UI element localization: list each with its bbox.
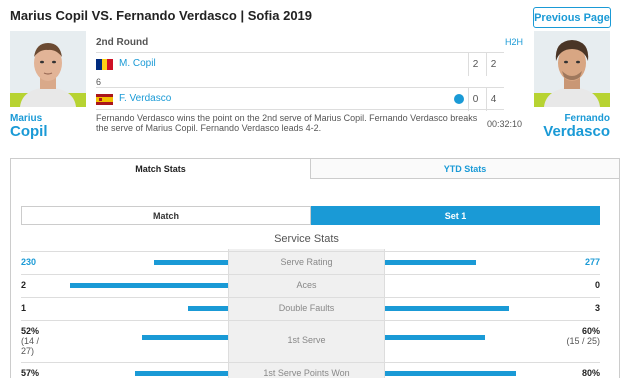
player1-stat-value: 1 bbox=[21, 303, 27, 313]
stat-label: 1st Serve Points Won bbox=[263, 368, 350, 378]
player1-stat-value: 57% bbox=[21, 368, 40, 378]
spain-flag-icon bbox=[96, 94, 113, 105]
player1-name[interactable]: Marius Copil bbox=[10, 113, 48, 139]
player1-stat-detail: (14 / 27) bbox=[21, 336, 40, 356]
segment-match[interactable]: Match bbox=[21, 206, 311, 225]
serving-ball-icon bbox=[454, 94, 464, 104]
round-label: 2nd Round bbox=[96, 37, 149, 48]
player2-stat-bar bbox=[385, 260, 476, 265]
player2-stat-detail: (15 / 25) bbox=[566, 336, 600, 346]
player1-stat-value: 2 bbox=[21, 280, 27, 290]
player1-stat-bar bbox=[142, 335, 228, 340]
match-commentary: Fernando Verdasco wins the point on the … bbox=[96, 113, 478, 133]
scoreboard-row-player1: M. Copil 2 2 bbox=[96, 52, 504, 76]
stats-tabs: Match Stats YTD Stats bbox=[11, 159, 619, 179]
stat-label: Aces bbox=[296, 280, 317, 290]
player2-stat-bar bbox=[385, 335, 485, 340]
scoreboard-row-player2: F. Verdasco 0 4 bbox=[96, 87, 504, 111]
h2h-link[interactable]: H2H bbox=[505, 37, 523, 47]
player1-stat-bar bbox=[188, 306, 228, 311]
page-title: Marius Copil VS. Fernando Verdasco | Sof… bbox=[10, 8, 313, 23]
player2-photo bbox=[534, 31, 610, 107]
player2-set1-score: 0 bbox=[468, 88, 482, 111]
stat-row: Serve Rating 230 277 bbox=[21, 251, 600, 274]
stat-label: Double Faults bbox=[278, 303, 335, 313]
player1-set1-score: 2 bbox=[468, 53, 482, 76]
player2-short-name[interactable]: F. Verdasco bbox=[119, 93, 171, 104]
player1-stat-bar bbox=[135, 371, 228, 376]
player2-stat-bar bbox=[385, 371, 516, 376]
player2-stat-value: 3 bbox=[594, 303, 600, 313]
player1-stat-value: 52% (14 / 27) bbox=[21, 326, 51, 356]
player1-set2-score: 2 bbox=[486, 53, 500, 76]
player2-stat-value: 277 bbox=[584, 257, 600, 267]
stat-row: 1st Serve 52% (14 / 27) 60% (15 / 25) bbox=[21, 320, 600, 362]
stat-label: 1st Serve bbox=[287, 335, 326, 345]
tiebreak-score: 6 bbox=[96, 77, 102, 87]
player2-set2-score: 4 bbox=[486, 88, 500, 111]
player1-stat-value: 230 bbox=[21, 257, 37, 267]
stat-row: 1st Serve Points Won 57% 80% bbox=[21, 362, 600, 378]
player2-stat-value: 0 bbox=[594, 280, 600, 290]
elapsed-time: 00:32:10 bbox=[487, 119, 523, 129]
tab-match-stats[interactable]: Match Stats bbox=[11, 159, 311, 179]
player1-stat-bar bbox=[154, 260, 228, 265]
player1-short-name[interactable]: M. Copil bbox=[119, 58, 156, 69]
stat-row: Double Faults 1 3 bbox=[21, 297, 600, 320]
player1-last-name: Copil bbox=[10, 123, 48, 140]
player2-last-name: Verdasco bbox=[543, 123, 610, 140]
player1-stat-bar bbox=[70, 283, 228, 288]
segment-set1[interactable]: Set 1 bbox=[311, 206, 600, 225]
player2-stat-value: 80% bbox=[581, 368, 600, 378]
player2-stat-bar bbox=[385, 306, 509, 311]
stat-row: Aces 2 0 bbox=[21, 274, 600, 297]
player2-name[interactable]: Fernando Verdasco bbox=[543, 113, 610, 139]
player2-stat-value: 60% (15 / 25) bbox=[566, 326, 600, 346]
tab-ytd-stats[interactable]: YTD Stats bbox=[311, 159, 619, 179]
section-title: Service Stats bbox=[274, 233, 339, 245]
romania-flag-icon bbox=[96, 59, 113, 70]
previous-page-button[interactable]: Previous Page bbox=[533, 7, 611, 28]
player1-photo bbox=[10, 31, 86, 107]
stat-label: Serve Rating bbox=[280, 257, 333, 267]
